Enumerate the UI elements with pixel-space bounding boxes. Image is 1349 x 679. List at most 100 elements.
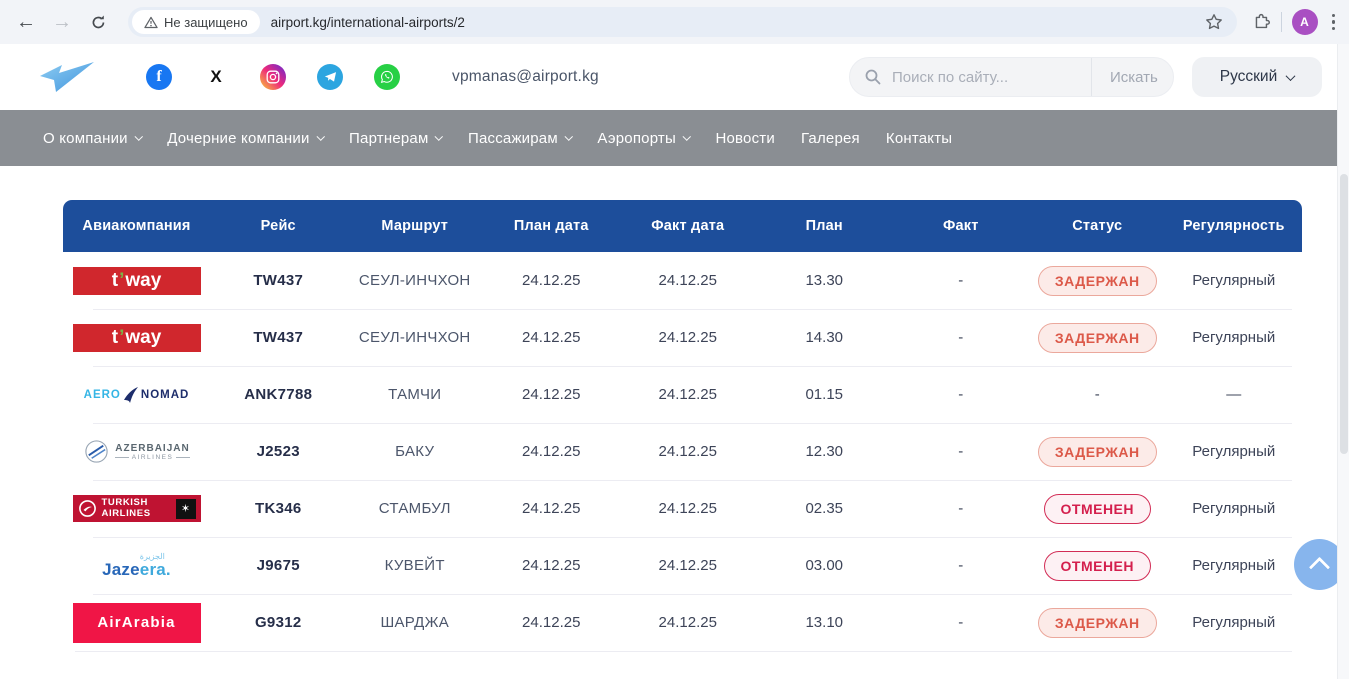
regularity: Регулярный [1166, 500, 1303, 517]
forward-button[interactable]: → [46, 6, 78, 38]
airline-logo-cell: AZERBAIJAN AIRLINES [63, 438, 210, 465]
plan-time: 12.30 [756, 443, 893, 460]
fact-date: 24.12.25 [620, 443, 757, 460]
plan-time: 13.10 [756, 614, 893, 631]
tway-logo: t’way [73, 267, 201, 295]
nav-item-8[interactable]: Контакты [886, 130, 952, 147]
status-cell: ОТМЕНЕН [1029, 551, 1166, 581]
nav-item-label: Галерея [801, 130, 860, 147]
plan-date: 24.12.25 [483, 614, 620, 631]
back-button[interactable]: ← [10, 6, 42, 38]
profile-avatar[interactable]: A [1292, 9, 1318, 35]
security-chip[interactable]: Не защищено [132, 10, 260, 34]
status-badge: ЗАДЕРЖАН [1038, 323, 1157, 353]
plan-date: 24.12.25 [483, 500, 620, 517]
regularity: Регулярный [1166, 443, 1303, 460]
table-footer-divider [75, 651, 1292, 652]
fact-time: - [893, 557, 1030, 574]
nav-item-7[interactable]: Галерея [801, 130, 860, 147]
browser-menu-button[interactable] [1328, 10, 1340, 35]
page-scrollbar[interactable] [1337, 44, 1349, 679]
nav-item-2[interactable]: Дочерние компании [167, 130, 323, 147]
facebook-icon[interactable]: f [146, 64, 172, 90]
route: СЕУЛ-ИНЧХОН [347, 329, 484, 346]
fact-date: 24.12.25 [620, 614, 757, 631]
fact-time: - [893, 329, 1030, 346]
nav-item-3[interactable]: Партнерам [349, 130, 442, 147]
plan-date: 24.12.25 [483, 272, 620, 289]
fact-time: - [893, 386, 1030, 403]
regularity: Регулярный [1166, 614, 1303, 631]
chevron-down-icon [1286, 71, 1296, 81]
status-cell: ОТМЕНЕН [1029, 494, 1166, 524]
flight-number: J2523 [210, 443, 347, 460]
scrollbar-thumb[interactable] [1340, 174, 1348, 454]
nav-item-label: О компании [43, 130, 128, 147]
browser-window: ← → Не защищено airport.kg/international… [0, 0, 1349, 679]
social-links: fX [146, 64, 400, 90]
column-header: Статус [1029, 218, 1166, 234]
status-cell: ЗАДЕРЖАН [1029, 266, 1166, 296]
plan-date: 24.12.25 [483, 557, 620, 574]
route: СЕУЛ-ИНЧХОН [347, 272, 484, 289]
x-icon[interactable]: X [203, 64, 229, 90]
search-button[interactable]: Искать [1091, 58, 1176, 96]
flight-number: ANK7788 [210, 386, 347, 403]
fact-time: - [893, 272, 1030, 289]
regularity: — [1166, 386, 1303, 403]
azerbaijan-airlines-logo: AZERBAIJAN AIRLINES [83, 438, 189, 465]
nav-item-6[interactable]: Новости [715, 130, 774, 147]
address-bar[interactable]: Не защищено airport.kg/international-air… [128, 7, 1237, 37]
column-header: План [756, 218, 893, 234]
route: СТАМБУЛ [347, 500, 484, 517]
fact-date: 24.12.25 [620, 329, 757, 346]
chevron-down-icon [565, 133, 573, 141]
chevron-down-icon [435, 133, 443, 141]
table-row: t’way TW437 СЕУЛ-ИНЧХОН 24.12.25 24.12.2… [63, 309, 1302, 366]
search-input[interactable] [892, 69, 1091, 86]
aeronomad-logo: AERO NOMAD [84, 386, 190, 404]
extensions-icon[interactable] [1251, 12, 1271, 32]
nav-item-1[interactable]: О компании [43, 130, 141, 147]
column-header: Факт [893, 218, 1030, 234]
column-header: Авиакомпания [63, 218, 210, 234]
reload-button[interactable] [82, 6, 114, 38]
status-cell: ЗАДЕРЖАН [1029, 323, 1166, 353]
flight-number: J9675 [210, 557, 347, 574]
site-logo[interactable] [38, 60, 100, 94]
nav-item-label: Новости [715, 130, 774, 147]
turkish-airlines-logo: TURKISHAIRLINES ✶ [73, 495, 201, 522]
regularity: Регулярный [1166, 272, 1303, 289]
whatsapp-icon[interactable] [374, 64, 400, 90]
airline-logo-cell: الجزيرة Jazeera. [63, 553, 210, 578]
plan-time: 13.30 [756, 272, 893, 289]
plan-time: 03.00 [756, 557, 893, 574]
bookmark-star-icon[interactable] [1205, 13, 1223, 31]
table-header-row: АвиакомпанияРейсМаршрутПлан датаФакт дат… [63, 200, 1302, 252]
flights-table: АвиакомпанияРейсМаршрутПлан датаФакт дат… [63, 200, 1302, 652]
nav-item-5[interactable]: Аэропорты [597, 130, 689, 147]
table-row: AERO NOMAD ANK7788 ТАМЧИ 24.12.25 24.12.… [63, 366, 1302, 423]
table-body: t’way TW437 СЕУЛ-ИНЧХОН 24.12.25 24.12.2… [63, 252, 1302, 651]
status-badge: ЗАДЕРЖАН [1038, 266, 1157, 296]
plan-time: 02.35 [756, 500, 893, 517]
security-label: Не защищено [164, 15, 248, 30]
telegram-icon[interactable] [317, 64, 343, 90]
language-selector[interactable]: Русский [1192, 57, 1322, 97]
nav-item-label: Контакты [886, 130, 952, 147]
status-badge: ОТМЕНЕН [1044, 494, 1152, 524]
site-header: fX vpmanas@airport.kg Искать Русский [0, 44, 1349, 110]
nav-item-4[interactable]: Пассажирам [468, 130, 571, 147]
status-badge: ЗАДЕРЖАН [1038, 437, 1157, 467]
airline-logo-cell: AirArabia [63, 603, 210, 643]
airarabia-logo: AirArabia [73, 603, 201, 643]
table-row: الجزيرة Jazeera. J9675 КУВЕЙТ 24.12.25 2… [63, 537, 1302, 594]
nav-item-label: Аэропорты [597, 130, 676, 147]
instagram-icon[interactable] [260, 64, 286, 90]
regularity: Регулярный [1166, 329, 1303, 346]
status-cell: ЗАДЕРЖАН [1029, 437, 1166, 467]
chevron-up-icon [1309, 557, 1330, 578]
regularity: Регулярный [1166, 557, 1303, 574]
route: КУВЕЙТ [347, 557, 484, 574]
airline-logo-cell: TURKISHAIRLINES ✶ [63, 495, 210, 522]
